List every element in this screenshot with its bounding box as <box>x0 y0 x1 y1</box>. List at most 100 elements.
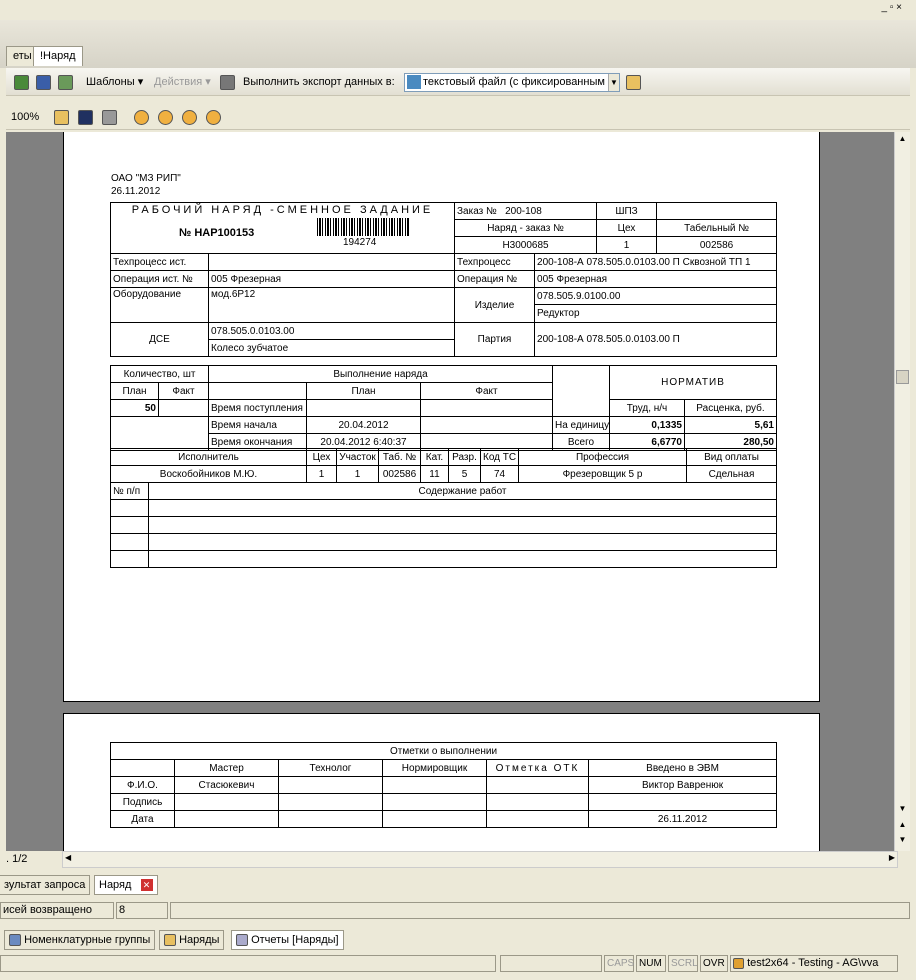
barcode <box>317 218 409 236</box>
next-page-icon[interactable] <box>182 108 197 126</box>
labor-label: Труд, н/ч <box>609 399 685 417</box>
caps-indicator: CAPS <box>604 955 634 972</box>
last-page-icon[interactable] <box>206 108 221 126</box>
executor-table: Исполнитель Цех Участок Таб. № Кат. Разр… <box>110 448 777 483</box>
h-uch: Участок <box>336 448 379 466</box>
h-exec: Исполнитель <box>110 448 307 466</box>
tab-query-result[interactable]: зультат запроса <box>0 875 91 895</box>
execution-table: Количество, шт Выполнение наряда НОРМАТИ… <box>110 365 777 451</box>
tab-label: Табельный № <box>656 219 778 237</box>
marks-table: Отметки о выполнении Мастер Технолог Нор… <box>109 742 778 828</box>
r-uch: 1 <box>336 465 379 483</box>
op-value: 005 Фрезерная <box>534 270 778 288</box>
marks-fio-master: Стасюкевич <box>174 776 279 794</box>
price-label: Расценка, руб. <box>684 399 777 417</box>
marks-date-label: Дата <box>110 810 175 828</box>
export-doc-icon[interactable] <box>220 73 235 91</box>
report-page-1: ОАО "МЗ РИП" 26.11.2012 РАБОЧИЙ НАРЯД -С… <box>63 132 820 702</box>
window-taskbar: Номенклатурные группы Наряды Отчеты [Нар… <box>0 926 916 954</box>
export-format-value: текстовый файл (с фиксированным <box>423 76 605 88</box>
order-cell: Заказ № 200-108 <box>454 202 598 220</box>
tab-naryad-bottom[interactable]: Наряд ✕ <box>94 875 158 895</box>
scrl-indicator: SCRL <box>668 955 698 972</box>
plan-time-label: План <box>306 382 421 400</box>
scroll-up-icon[interactable]: ▲ <box>896 134 909 146</box>
next-page-scroll-icon[interactable]: ▼ <box>896 835 909 847</box>
doc-title: РАБОЧИЙ НАРЯД -СМЕННОЕ ЗАДАНИЕ <box>131 204 434 216</box>
run-export-icon[interactable] <box>626 73 641 91</box>
h-prof: Профессия <box>518 448 687 466</box>
marks-otk: Отметка ОТК <box>486 759 589 777</box>
r-tab: 002586 <box>378 465 421 483</box>
records-label: исей возвращено <box>0 902 114 919</box>
dse-label: ДСЕ <box>110 322 209 357</box>
report-date: 26.11.2012 <box>111 186 161 197</box>
izd-label: Изделие <box>454 287 536 323</box>
word-icon[interactable] <box>36 73 51 91</box>
scroll-down-icon[interactable]: ▼ <box>896 804 909 816</box>
prev-page-scroll-icon[interactable]: ▲ <box>896 820 909 832</box>
norm-label: НОРМАТИВ <box>609 365 777 400</box>
print-icon[interactable] <box>102 108 117 126</box>
np-label: № п/п <box>110 482 149 500</box>
window-buttons[interactable]: _ ▫ × <box>881 2 902 13</box>
first-page-icon[interactable] <box>134 108 149 126</box>
izd-value: 078.505.9.0100.00 <box>534 287 778 305</box>
vertical-scrollbar[interactable]: ▲ ▼ ▲ ▼ <box>894 132 910 851</box>
fact-label: Факт <box>158 382 209 400</box>
task-nomenclature[interactable]: Номенклатурные группы <box>4 930 156 950</box>
task-naryady[interactable]: Наряды <box>159 930 225 950</box>
h-pay: Вид оплаты <box>686 448 777 466</box>
scroll-left-icon[interactable]: ◀ <box>65 853 71 862</box>
records-status: исей возвращено 8 <box>0 900 916 922</box>
work-content-table: № п/п Содержание работ <box>110 482 777 568</box>
op-src-value: 005 Фрезерная <box>207 270 456 288</box>
ovr-indicator: OVR <box>700 955 728 972</box>
export-format-select[interactable]: текстовый файл (с фиксированным ▼ <box>404 73 620 92</box>
t-recv-label: Время поступления <box>208 399 307 417</box>
textfile-icon <box>407 75 421 89</box>
party-label: Партия <box>454 322 536 357</box>
t-start-plan: 20.04.2012 <box>306 416 421 434</box>
zoom-level[interactable]: 100% <box>11 108 39 126</box>
chevron-down-icon[interactable]: ▼ <box>608 74 619 91</box>
r-exec: Воскобойников М.Ю. <box>110 465 307 483</box>
prev-page-icon[interactable] <box>158 108 173 126</box>
tp-src-label: Техпроцесс ист. <box>110 253 209 271</box>
viewer-toolbar: 100% <box>6 104 910 130</box>
r-pay: Сдельная <box>686 465 777 483</box>
ceh-value: 1 <box>596 236 658 254</box>
plan-label: План <box>110 382 159 400</box>
tab-naryad[interactable]: !Наряд <box>33 46 83 66</box>
report-viewer[interactable]: ОАО "МЗ РИП" 26.11.2012 РАБОЧИЙ НАРЯД -С… <box>6 132 894 851</box>
shpz-label: ШПЗ <box>596 202 658 220</box>
party-value: 200-108-А 078.505.0.0103.00 П <box>534 322 778 357</box>
h-tab: Таб. № <box>378 448 421 466</box>
excel-icon[interactable] <box>14 73 29 91</box>
actions-button[interactable]: Действия ▾ <box>154 73 211 91</box>
content-label: Содержание работ <box>148 482 777 500</box>
export-icon[interactable] <box>58 73 73 91</box>
save-icon[interactable] <box>78 108 93 126</box>
horizontal-scrollbar[interactable]: ◀ ▶ <box>62 851 898 868</box>
templates-button[interactable]: Шаблоны ▾ <box>86 73 143 91</box>
user-info: test2x64 - Testing - AG\vva <box>730 955 898 972</box>
export-label: Выполнить экспорт данных в: <box>243 76 395 88</box>
barcode-number: 194274 <box>343 237 377 248</box>
scroll-thumb[interactable] <box>896 370 909 384</box>
scroll-right-icon[interactable]: ▶ <box>889 853 895 862</box>
r-razr: 5 <box>448 465 481 483</box>
task-reports[interactable]: Отчеты [Наряды] <box>231 930 344 950</box>
status-pane-2 <box>500 955 602 972</box>
marks-tech: Технолог <box>278 759 383 777</box>
h-razr: Разр. <box>448 448 481 466</box>
dse-name: Колесо зубчатое <box>207 339 456 357</box>
equip-label: Оборудование <box>110 287 209 323</box>
naryad-order-label: Наряд - заказ № <box>454 219 598 237</box>
doc-number: № НАР100153 <box>179 227 255 239</box>
r-kat: 11 <box>420 465 449 483</box>
close-icon[interactable]: ✕ <box>140 879 153 892</box>
tp-value: 200-108-А 078.505.0.0103.00 П Сквозной Т… <box>534 253 778 271</box>
open-icon[interactable] <box>54 108 69 126</box>
r-kod: 74 <box>480 465 519 483</box>
